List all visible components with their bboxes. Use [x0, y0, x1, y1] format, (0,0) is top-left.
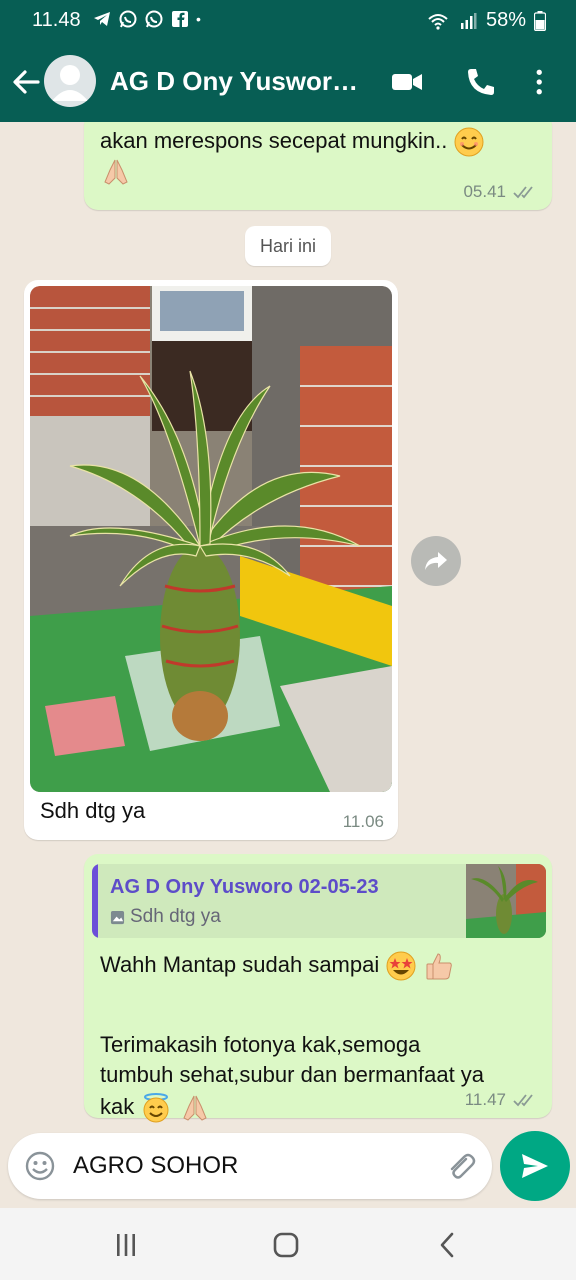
telegram-icon — [94, 12, 110, 26]
incoming-image-message[interactable]: Sdh dtg ya 11.06 — [24, 280, 398, 840]
battery-percent: 58% — [485, 9, 526, 31]
back-arrow-icon[interactable] — [10, 64, 42, 100]
send-icon — [522, 1154, 548, 1178]
folded-hands-emoji-icon — [182, 1095, 207, 1121]
smiling-face-emoji-icon — [454, 127, 484, 157]
smiling-face-with-halo-emoji-icon — [143, 1093, 169, 1123]
photo-plant[interactable] — [30, 286, 392, 792]
forward-arrow-icon — [425, 552, 447, 570]
quote-text: Sdh dtg ya — [130, 906, 221, 927]
message-text-para2-line3: kak — [100, 1094, 135, 1119]
message-time: 11.47 — [464, 1090, 506, 1109]
outgoing-reply-message[interactable]: AG D Ony Yusworo 02-05-23 Sdh dtg ya Wah… — [84, 854, 552, 1123]
quote-author: AG D Ony Yusworo 02-05-23 — [110, 876, 379, 898]
quote-accent-bar — [92, 864, 98, 938]
message-text-para2-line2: tumbuh sehat,subur dan bermanfaat ya — [100, 1062, 485, 1087]
read-ticks-icon — [513, 186, 533, 199]
voice-call-icon[interactable] — [464, 66, 498, 98]
emoji-picker-icon[interactable] — [24, 1150, 56, 1182]
wifi-icon — [428, 13, 448, 30]
whatsapp-status-icon-2 — [145, 10, 163, 28]
more-options-icon[interactable] — [526, 66, 556, 98]
message-text: akan merespons secepat mungkin.. — [100, 128, 448, 153]
outgoing-message[interactable]: akan merespons secepat mungkin.. 05.41 — [84, 122, 552, 210]
system-nav-bar — [0, 1208, 576, 1280]
message-input[interactable]: AGRO SOHOR — [73, 1152, 238, 1180]
recent-apps-icon[interactable] — [111, 1230, 141, 1260]
default-avatar-icon — [52, 65, 88, 101]
message-composer[interactable]: AGRO SOHOR — [8, 1133, 492, 1199]
attach-icon[interactable] — [444, 1149, 476, 1183]
photo-icon — [110, 910, 125, 924]
signal-icon — [460, 12, 477, 29]
status-dot: • — [196, 11, 201, 27]
whatsapp-status-icon — [119, 10, 137, 28]
star-struck-emoji-icon — [386, 951, 416, 981]
status-bar: 11.48 • 58% — [0, 0, 576, 42]
quote-thumbnail — [466, 864, 546, 938]
message-time: 05.41 — [463, 182, 506, 201]
quoted-message[interactable]: AG D Ony Yusworo 02-05-23 Sdh dtg ya — [92, 864, 546, 938]
message-time: 11.06 — [342, 812, 384, 831]
message-text-para2-line1: Terimakasih fotonya kak,semoga — [100, 1032, 421, 1057]
image-caption: Sdh dtg ya — [40, 798, 146, 823]
chat-header: AG D Ony Yusworo Guci Ulo — [0, 42, 576, 122]
forward-button[interactable] — [411, 536, 461, 586]
read-ticks-icon — [513, 1094, 533, 1107]
date-separator: Hari ini — [245, 226, 331, 266]
home-icon[interactable] — [271, 1230, 301, 1260]
status-time: 11.48 — [32, 9, 81, 31]
contact-name[interactable]: AG D Ony Yusworo Guci Ulo — [110, 66, 360, 97]
send-button[interactable] — [500, 1131, 570, 1201]
message-text-line1: Wahh Mantap sudah sampai — [100, 952, 380, 977]
folded-hands-emoji-icon — [104, 159, 128, 185]
back-nav-icon[interactable] — [433, 1230, 463, 1260]
facebook-icon — [172, 11, 188, 27]
thumbs-up-emoji-icon — [426, 953, 453, 980]
video-call-icon[interactable] — [390, 66, 424, 98]
battery-icon — [534, 10, 546, 31]
contact-avatar[interactable] — [44, 55, 96, 107]
chat-area: akan merespons secepat mungkin.. 05.41 H… — [0, 122, 576, 1130]
